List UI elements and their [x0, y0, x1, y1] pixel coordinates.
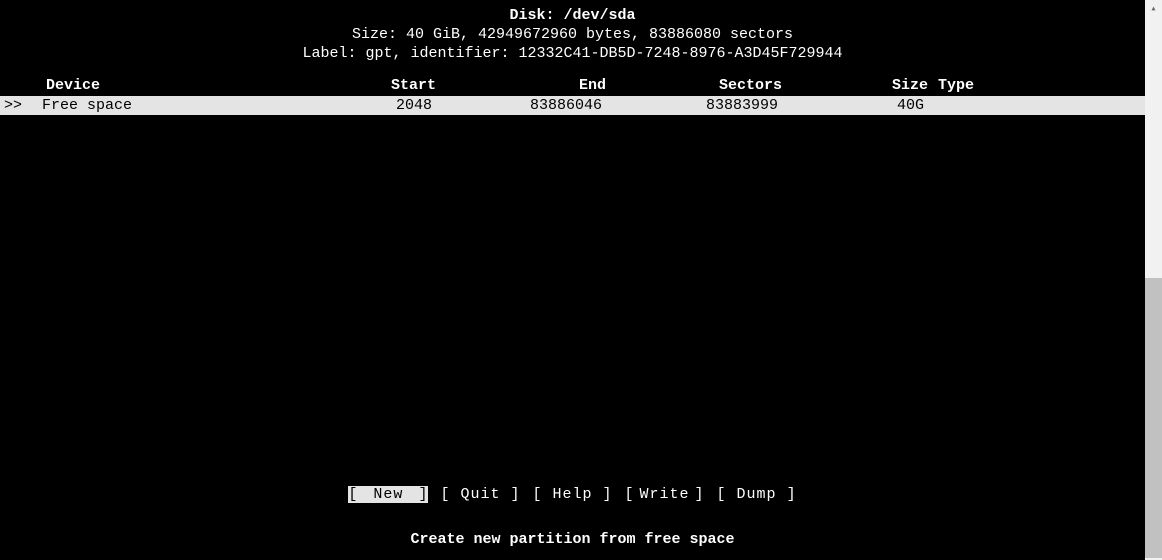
- col-device-header: Device: [4, 77, 318, 94]
- col-sectors-header: Sectors: [606, 77, 782, 94]
- col-type-header: Type: [928, 77, 1108, 94]
- action-hint: Create new partition from free space: [0, 531, 1145, 548]
- menu-write-button[interactable]: [Write]: [619, 486, 711, 503]
- scrollbar-arrow-up-icon[interactable]: ▴: [1145, 0, 1162, 17]
- menu-new-button[interactable]: [New]: [342, 486, 434, 503]
- terminal-screen: Disk: /dev/sda Size: 40 GiB, 42949672960…: [0, 0, 1145, 560]
- disk-label-line: Label: gpt, identifier: 12332C41-DB5D-72…: [0, 44, 1145, 63]
- row-sectors: 83883999: [602, 97, 778, 114]
- vertical-scrollbar[interactable]: ▴: [1145, 0, 1162, 560]
- table-row[interactable]: >> Free space 2048 83886046 83883999 40G: [0, 96, 1145, 115]
- row-type: [924, 97, 1104, 114]
- col-start-header: Start: [318, 77, 436, 94]
- disk-size-line: Size: 40 GiB, 42949672960 bytes, 8388608…: [0, 25, 1145, 44]
- row-device: Free space: [26, 97, 314, 114]
- row-start: 2048: [314, 97, 432, 114]
- disk-title: Disk: /dev/sda: [0, 6, 1145, 25]
- col-end-header: End: [436, 77, 606, 94]
- table-header-row: Device Start End Sectors Size Type: [0, 77, 1145, 96]
- row-selection-marker: >>: [0, 97, 26, 114]
- disk-header: Disk: /dev/sda Size: 40 GiB, 42949672960…: [0, 6, 1145, 63]
- row-end: 83886046: [432, 97, 602, 114]
- partition-table: Device Start End Sectors Size Type >> Fr…: [0, 77, 1145, 115]
- col-size-header: Size: [782, 77, 928, 94]
- menu-dump-button[interactable]: [Dump]: [711, 486, 803, 503]
- scrollbar-thumb[interactable]: [1145, 278, 1162, 558]
- row-size: 40G: [778, 97, 924, 114]
- action-menu: [New] [Quit] [Help] [Write] [Dump]: [0, 486, 1145, 503]
- menu-quit-button[interactable]: [Quit]: [434, 486, 526, 503]
- menu-help-button[interactable]: [Help]: [526, 486, 618, 503]
